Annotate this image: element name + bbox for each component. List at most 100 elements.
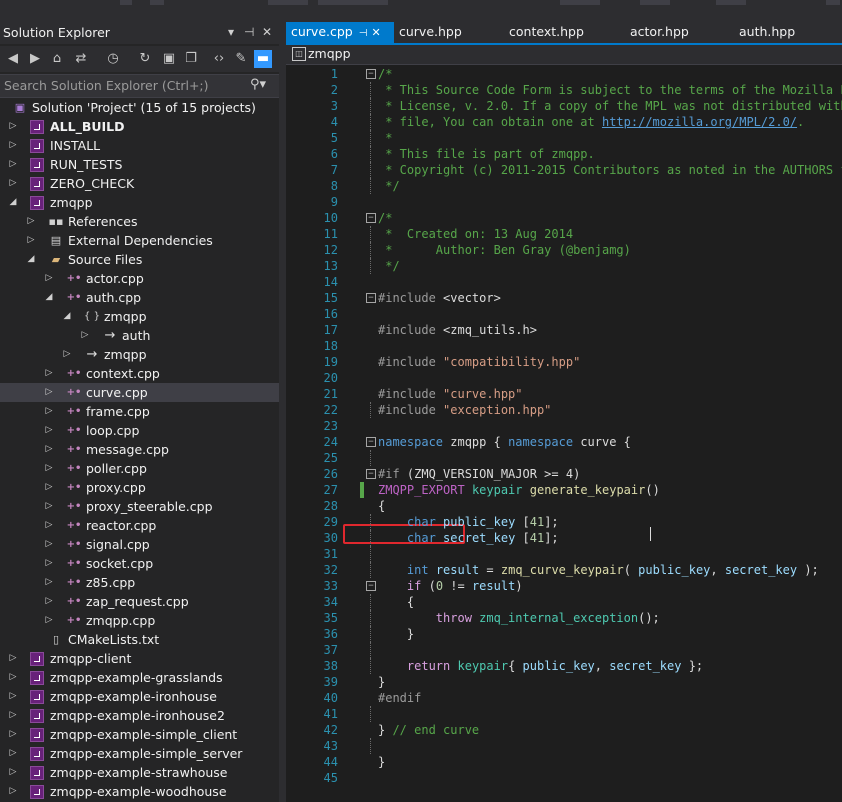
code-line[interactable]: 27 ZMQPP_EXPORT keypair generate_keypair(… (286, 482, 842, 498)
expand-arrow-icon[interactable]: ▷ (44, 575, 54, 590)
pin-icon[interactable]: ⊣ (359, 28, 368, 39)
tree-item[interactable]: ▷ zmqpp-example-woodhouse (0, 782, 279, 801)
tree-item[interactable]: ▷ zmqpp-example-simple_server (0, 744, 279, 763)
collapse-icon[interactable]: − (366, 213, 376, 223)
collapse-icon[interactable]: − (366, 437, 376, 447)
code-line[interactable]: 42} // end curve (286, 722, 842, 738)
tree-item[interactable]: ▷ zmqpp-example-ironhouse (0, 687, 279, 706)
tree-item[interactable]: ▷ +• message.cpp (0, 440, 279, 459)
expand-arrow-icon[interactable]: ▷ (8, 746, 18, 761)
expand-arrow-icon[interactable]: ▷ (44, 423, 54, 438)
expand-arrow-icon[interactable]: ▷ (44, 499, 54, 514)
code-line[interactable]: 30 char secret_key [41]; (286, 530, 842, 546)
code-line[interactable]: 29 char public_key [41]; (286, 514, 842, 530)
tree-item[interactable]: ▷ → zmqpp (0, 345, 279, 364)
tree-item[interactable]: ▷ +• zap_request.cpp (0, 592, 279, 611)
code-line[interactable]: 37 (286, 642, 842, 658)
expand-arrow-icon[interactable]: ▷ (44, 556, 54, 571)
tree-item[interactable]: ▷ ▪▪ References (0, 212, 279, 231)
code-line[interactable]: 13 */ (286, 258, 842, 274)
collapse-arrow-icon[interactable]: ◢ (62, 309, 72, 324)
expand-arrow-icon[interactable]: ▷ (44, 594, 54, 609)
tab-context-hpp[interactable]: context.hpp (509, 22, 584, 43)
code-line[interactable]: 40 #endif (286, 690, 842, 706)
tree-item[interactable]: ▷ +• z85.cpp (0, 573, 279, 592)
code-line[interactable]: 26 − #if (ZMQ_VERSION_MAJOR >= 4) (286, 466, 842, 482)
pin-icon[interactable]: ⊣ (244, 25, 254, 39)
expand-arrow-icon[interactable]: ▷ (26, 233, 36, 248)
tree-item[interactable]: ◢ ▰ Source Files (0, 250, 279, 269)
code-line[interactable]: 36 } (286, 626, 842, 642)
tree-item[interactable]: ▷ +• zmqpp.cpp (0, 611, 279, 630)
refresh-icon[interactable]: ↻ (136, 50, 154, 68)
tree-item[interactable]: ▣ Solution 'Project' (15 of 15 projects) (0, 98, 279, 117)
code-line[interactable]: 4 * file, You can obtain one at http://m… (286, 114, 842, 130)
expand-arrow-icon[interactable]: ▷ (44, 271, 54, 286)
history-icon[interactable]: ◷ (104, 50, 122, 68)
panel-dropdown-icon[interactable]: ▾ (228, 25, 234, 39)
close-icon[interactable]: ✕ (262, 25, 272, 39)
collapse-icon[interactable]: − (366, 69, 376, 79)
expand-arrow-icon[interactable]: ▷ (44, 613, 54, 628)
tree-item[interactable]: ▷ +• context.cpp (0, 364, 279, 383)
code-line[interactable]: 11 * Created on: 13 Aug 2014 (286, 226, 842, 242)
tree-item[interactable]: ▷ ALL_BUILD (0, 117, 279, 136)
tree-item[interactable]: ▷ +• socket.cpp (0, 554, 279, 573)
code-line[interactable]: 20 (286, 370, 842, 386)
expand-arrow-icon[interactable]: ▷ (44, 404, 54, 419)
expand-arrow-icon[interactable]: ▷ (8, 689, 18, 704)
expand-arrow-icon[interactable]: ▷ (8, 765, 18, 780)
tree-item[interactable]: ▷ +• reactor.cpp (0, 516, 279, 535)
code-line[interactable]: 14 (286, 274, 842, 290)
code-line[interactable]: 2 * This Source Code Form is subject to … (286, 82, 842, 98)
code-line[interactable]: 24− namespace zmqpp { namespace curve { (286, 434, 842, 450)
close-icon[interactable]: ✕ (371, 26, 380, 39)
code-line[interactable]: 3 * License, v. 2.0. If a copy of the MP… (286, 98, 842, 114)
expand-arrow-icon[interactable]: ▷ (44, 518, 54, 533)
tree-item[interactable]: ▷ → auth (0, 326, 279, 345)
expand-arrow-icon[interactable]: ▷ (62, 347, 72, 362)
expand-arrow-icon[interactable]: ▷ (8, 727, 18, 742)
tree-item[interactable]: ▷ RUN_TESTS (0, 155, 279, 174)
expand-arrow-icon[interactable]: ▷ (8, 157, 18, 172)
code-line[interactable]: 5 * (286, 130, 842, 146)
code-line[interactable]: 15 − #include <vector> (286, 290, 842, 306)
expand-arrow-icon[interactable]: ▷ (44, 537, 54, 552)
code-line[interactable]: 16 (286, 306, 842, 322)
code-line[interactable]: 39} (286, 674, 842, 690)
code-line[interactable]: 38 return keypair{ public_key, secret_ke… (286, 658, 842, 674)
code-line[interactable]: 33 − if (0 != result) (286, 578, 842, 594)
tab-actor-hpp[interactable]: actor.hpp (630, 22, 689, 43)
code-line[interactable]: 8 */ (286, 178, 842, 194)
code-line[interactable]: 25 (286, 450, 842, 466)
code-line[interactable]: 17 #include <zmq_utils.h> (286, 322, 842, 338)
code-line[interactable]: 41 (286, 706, 842, 722)
tab-auth-hpp[interactable]: auth.hpp (739, 22, 795, 43)
tree-item[interactable]: ◢ zmqpp (0, 193, 279, 212)
search-icon[interactable]: ⚲▾ (250, 77, 266, 92)
tree-item[interactable]: ◢ +• auth.cpp (0, 288, 279, 307)
code-line[interactable]: 12 * Author: Ben Gray (@benjamg) (286, 242, 842, 258)
expand-arrow-icon[interactable]: ▷ (26, 214, 36, 229)
preview-icon[interactable]: ▬ (254, 50, 272, 68)
expand-arrow-icon[interactable]: ▷ (8, 708, 18, 723)
tree-item[interactable]: ▷ zmqpp-client (0, 649, 279, 668)
expand-arrow-icon[interactable]: ▷ (8, 670, 18, 685)
back-icon[interactable]: ◀ (4, 50, 22, 68)
collapse-arrow-icon[interactable]: ◢ (44, 290, 54, 305)
code-line[interactable]: 44} (286, 754, 842, 770)
expand-arrow-icon[interactable]: ▷ (44, 442, 54, 457)
tree-item[interactable]: ▷ INSTALL (0, 136, 279, 155)
code-line[interactable]: 22 #include "exception.hpp" (286, 402, 842, 418)
tree-item[interactable]: ▷ +• signal.cpp (0, 535, 279, 554)
code-line[interactable]: 43 (286, 738, 842, 754)
collapse-icon[interactable]: − (366, 293, 376, 303)
expand-arrow-icon[interactable]: ▷ (44, 366, 54, 381)
tree-item[interactable]: ▷ ▤ External Dependencies (0, 231, 279, 250)
tab-curve-cpp[interactable]: curve.cpp ⊣ ✕ (286, 22, 394, 43)
tree-item[interactable]: ▷ +• poller.cpp (0, 459, 279, 478)
code-line[interactable]: 9 (286, 194, 842, 210)
expand-arrow-icon[interactable]: ▷ (8, 119, 18, 134)
tree-item[interactable]: ▷ zmqpp-example-ironhouse2 (0, 706, 279, 725)
collapse-icon[interactable]: − (366, 469, 376, 479)
